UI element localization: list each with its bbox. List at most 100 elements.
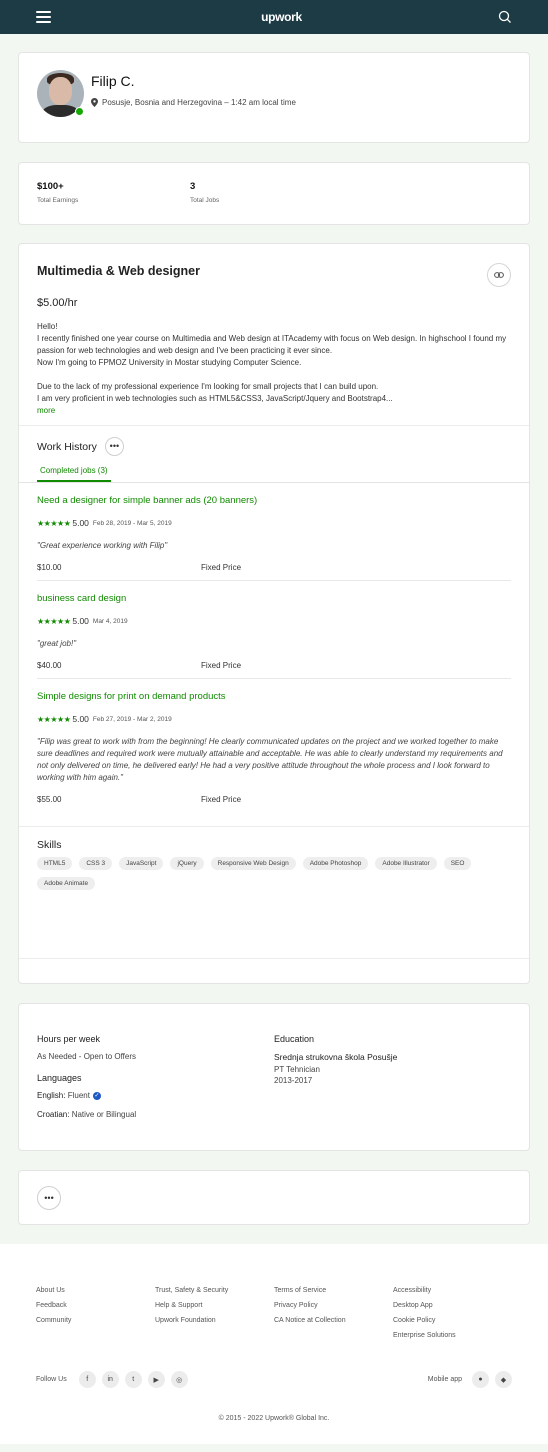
rating-stars-icon: ★★★★★ — [37, 616, 71, 626]
android-icon[interactable]: ◆ — [495, 1371, 512, 1388]
stat-label: Total Earnings — [37, 197, 79, 204]
job-dates: Feb 27, 2019 - Mar 2, 2019 — [92, 715, 172, 723]
skill-chip[interactable]: jQuery — [170, 857, 204, 870]
skill-chip[interactable]: SEO — [443, 857, 472, 870]
hours-per-week-value: As Needed - Open to Offers — [37, 1052, 137, 1061]
details-card: Hours per week As Needed - Open to Offer… — [18, 1003, 530, 1151]
client-feedback: "Filip was great to work with from the b… — [37, 737, 503, 782]
profile-more-button[interactable]: ••• — [37, 1186, 61, 1210]
avatar[interactable] — [37, 70, 84, 117]
verified-badge-icon: ✓ — [92, 1091, 101, 1100]
facebook-icon[interactable]: f — [78, 1371, 96, 1388]
youtube-icon[interactable]: ▶ — [147, 1371, 165, 1388]
search-icon[interactable] — [498, 10, 512, 24]
rating-stars-icon: ★★★★★ — [37, 518, 71, 528]
stat-value: $100+ — [37, 181, 64, 192]
client-feedback: "Great experience working with Filip" — [37, 541, 168, 550]
skill-chip[interactable]: JavaScript — [119, 857, 164, 870]
job-amount: $55.00 — [37, 795, 62, 804]
education-title: Education — [274, 1034, 315, 1044]
follow-us-label: Follow Us — [36, 1376, 67, 1383]
language-name: English: — [37, 1091, 66, 1100]
job-item: business card design ★★★★★ 5.00 Mar 4, 201… — [19, 581, 529, 679]
footer-link[interactable]: Enterprise Solutions — [393, 1332, 512, 1339]
footer-link[interactable]: Help & Support — [155, 1302, 274, 1309]
bio-text: Hello! I recently finished one year cour… — [19, 309, 529, 405]
footer-link[interactable]: Accessibility — [393, 1287, 512, 1294]
language-item: Croatian: Native or Bilingual — [37, 1110, 274, 1119]
language-item: English: Fluent ✓ — [37, 1091, 274, 1100]
stat-value: 3 — [190, 181, 196, 192]
footer-link[interactable]: Upwork Foundation — [155, 1317, 274, 1324]
job-type: Fixed Price — [201, 795, 242, 804]
skill-chip[interactable]: CSS 3 — [79, 857, 113, 870]
instagram-icon[interactable]: ◎ — [170, 1371, 188, 1388]
profile-title: Multimedia & Web designer — [37, 264, 200, 278]
education-years: 2013-2017 — [274, 1076, 313, 1085]
rating-stars-icon: ★★★★★ — [37, 714, 71, 724]
job-dates: Feb 28, 2019 - Mar 5, 2019 — [92, 519, 172, 527]
skill-chip[interactable]: Adobe Illustrator — [375, 857, 437, 870]
footer-link[interactable]: Trust, Safety & Security — [155, 1287, 274, 1294]
footer-link[interactable]: Cookie Policy — [393, 1317, 512, 1324]
stat-total-earnings: $100+ Total Earnings — [37, 181, 190, 206]
skill-chip[interactable]: HTML5 — [37, 857, 73, 870]
footer-link[interactable]: CA Notice at Collection — [274, 1317, 393, 1324]
job-title-link[interactable]: business card design — [37, 593, 511, 604]
skill-chip[interactable]: Adobe Photoshop — [302, 857, 369, 870]
footer-link[interactable]: Desktop App — [393, 1302, 512, 1309]
languages-title: Languages — [37, 1073, 82, 1083]
job-title-link[interactable]: Simple designs for print on demand produ… — [37, 691, 511, 702]
top-navbar: upwork — [0, 0, 548, 34]
tab-completed-jobs[interactable]: Completed jobs (3) — [37, 466, 111, 482]
more-link[interactable]: more — [19, 405, 529, 417]
mobile-app-label: Mobile app — [427, 1376, 462, 1383]
bio-line: Now I'm going to FPMOZ University in Mos… — [37, 358, 302, 367]
bio-line: Due to the lack of my professional exper… — [37, 382, 379, 391]
location-text: Posusje, Bosnia and Herzegovina – 1:42 a… — [102, 98, 296, 107]
job-amount: $40.00 — [37, 661, 62, 670]
copy-link-button[interactable] — [487, 263, 511, 287]
rating-score: 5.00 — [72, 518, 89, 528]
online-status-dot — [75, 107, 84, 116]
more-dots-icon: ••• — [44, 1192, 54, 1203]
stat-label: Total Jobs — [190, 197, 220, 204]
location-row: Posusje, Bosnia and Herzegovina – 1:42 a… — [91, 98, 296, 107]
footer-link[interactable]: Community — [36, 1317, 155, 1324]
profile-card: Filip C. Posusje, Bosnia and Herzegovina… — [18, 52, 530, 143]
link-icon — [494, 272, 504, 278]
twitter-icon[interactable]: t — [124, 1371, 142, 1388]
footer: About Us Feedback Community Trust, Safety … — [0, 1244, 548, 1444]
skill-chip[interactable]: Adobe Animate — [37, 877, 96, 890]
skills-title: Skills — [37, 839, 62, 851]
footer-link[interactable]: Privacy Policy — [274, 1302, 393, 1309]
work-history-title: Work History — [37, 440, 97, 453]
footer-link[interactable]: About Us — [36, 1287, 155, 1294]
bio-line: Hello! — [37, 322, 58, 331]
bio-line: I recently finished one year course on M… — [37, 334, 507, 355]
rating-score: 5.00 — [72, 714, 89, 724]
job-type: Fixed Price — [201, 661, 242, 670]
job-amount: $10.00 — [37, 563, 62, 572]
more-dots-icon: ••• — [109, 441, 120, 451]
language-name: Croatian: — [37, 1110, 70, 1119]
school-name: Srednja strukovna škola Posušje — [274, 1052, 398, 1062]
skill-chip[interactable]: Responsive Web Design — [210, 857, 296, 870]
copyright: © 2015 - 2022 Upwork® Global Inc. — [218, 1415, 330, 1422]
work-history-more-button[interactable]: ••• — [104, 437, 124, 456]
language-level: Native or Bilingual — [71, 1110, 137, 1119]
freelancer-name: Filip C. — [91, 73, 135, 89]
hamburger-icon[interactable] — [36, 11, 51, 23]
linkedin-icon[interactable]: in — [101, 1371, 119, 1388]
footer-link[interactable]: Terms of Service — [274, 1287, 393, 1294]
apple-icon[interactable]: ● — [472, 1371, 489, 1388]
job-item: Need a designer for simple banner ads (2… — [19, 483, 529, 581]
degree: PT Tehnician — [274, 1065, 320, 1074]
upwork-logo[interactable]: upwork — [261, 10, 302, 24]
stat-total-jobs: 3 Total Jobs — [190, 181, 343, 206]
job-item: Simple designs for print on demand produ… — [19, 679, 529, 812]
job-type: Fixed Price — [201, 563, 242, 572]
actions-card: ••• — [18, 1170, 530, 1225]
footer-link[interactable]: Feedback — [36, 1302, 155, 1309]
job-title-link[interactable]: Need a designer for simple banner ads (2… — [37, 495, 511, 506]
